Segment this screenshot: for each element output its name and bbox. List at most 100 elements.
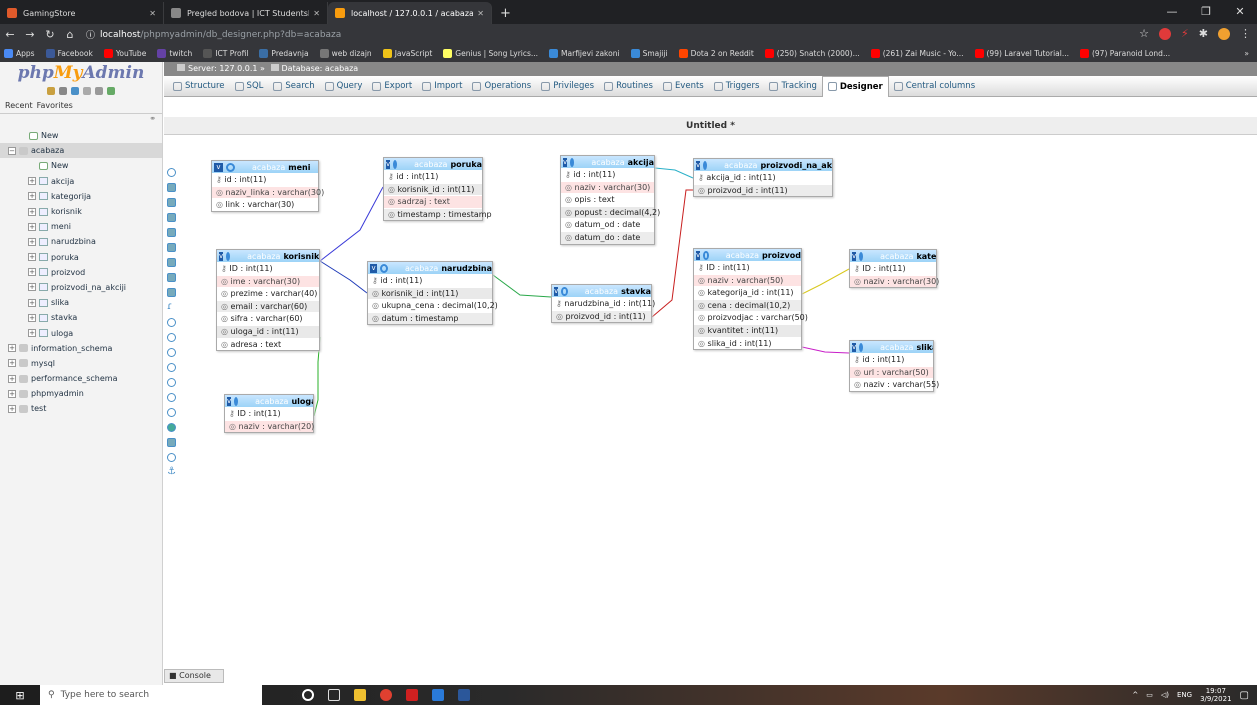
table-column[interactable]: ◎ datum_od : date	[561, 218, 654, 231]
reload-icon[interactable]	[166, 331, 177, 343]
table-options-icon[interactable]	[561, 286, 568, 296]
table-column[interactable]: ◎ korisnik_id : int(11)	[384, 182, 482, 196]
table-header[interactable]: v acabaza stavka	[552, 285, 651, 297]
bookmark-item[interactable]: twitch	[157, 49, 192, 58]
table-proizvodi_na_akciji[interactable]: v acabazaproizvodi_na_akciji⚷ akcija_id :…	[693, 158, 833, 198]
table-column[interactable]: ⚷ ID : int(11)	[850, 262, 936, 275]
table-column[interactable]: ◎ naziv_linka : varchar(30)	[212, 185, 324, 199]
toggle-columns-icon[interactable]: v	[563, 157, 568, 167]
bookmark-item[interactable]: ICT Profil	[203, 49, 248, 58]
table-column[interactable]: ◎ email : varchar(60)	[217, 299, 319, 313]
table-column[interactable]: ◎ prezime : varchar(40)	[217, 287, 319, 300]
table-column[interactable]: ◎ ime : varchar(30)	[217, 274, 319, 288]
table-column[interactable]: ◎ url : varchar(50)	[850, 365, 933, 379]
choose-display-icon[interactable]	[166, 316, 177, 328]
reload-icon[interactable]	[107, 87, 115, 95]
bookmark-item[interactable]: Predavnja	[259, 49, 309, 58]
tab-query[interactable]: Query	[320, 76, 368, 97]
breadcrumb-server[interactable]: Server: 127.0.0.1	[188, 64, 258, 73]
table-column[interactable]: ◎ slika_id : int(11)	[694, 336, 801, 350]
expand-icon[interactable]: +	[28, 253, 36, 262]
tab-central-columns[interactable]: Central columns	[889, 76, 980, 97]
network-icon[interactable]: ▭	[1146, 691, 1153, 699]
toggle-columns-icon[interactable]: v	[227, 396, 232, 406]
table-column[interactable]: ◎ naziv : varchar(50)	[694, 273, 801, 287]
table-uloga[interactable]: v acabazauloga⚷ ID : int(11)◎ naziv : var…	[224, 394, 314, 434]
table-options-icon[interactable]	[703, 160, 708, 170]
bookmark-item[interactable]: YouTube	[103, 49, 146, 58]
table-akcija[interactable]: v acabaza akcija ⚷ id : int(11) ◎ naziv : va…	[560, 155, 660, 245]
toggle-table-icon[interactable]	[166, 406, 177, 418]
table-header[interactable]: v acabaza narudzbina	[368, 262, 492, 274]
tab-import[interactable]: Import	[417, 76, 467, 97]
collapse-link-icon[interactable]: ⚭	[0, 114, 162, 128]
table-column[interactable]: ◎ sadrzaj : text	[384, 195, 482, 208]
url-field[interactable]: ⓘ localhost/phpmyadmin/db_designer.php?d…	[86, 28, 341, 42]
save-as-icon[interactable]	[166, 256, 177, 268]
tree-item-db[interactable]: + phpmyadmin	[0, 386, 162, 401]
acrobat-icon[interactable]	[406, 689, 418, 701]
vscode-icon[interactable]	[432, 689, 444, 701]
tab-structure[interactable]: Structure	[168, 76, 230, 97]
table-narudzbina[interactable]: v acabaza narudzbina ⚷ id : int(11) ◎ korisn…	[367, 261, 498, 326]
expand-icon[interactable]: +	[28, 192, 36, 201]
table-options-icon[interactable]	[570, 157, 575, 167]
chevron-up-icon[interactable]: ^	[1132, 691, 1138, 699]
table-options-icon[interactable]	[859, 342, 864, 352]
chrome-icon[interactable]	[380, 689, 392, 701]
expand-icon[interactable]: +	[28, 329, 36, 338]
bookmark-item[interactable]: Genius | Song Lyrics...	[443, 49, 538, 58]
forward-icon[interactable]: →	[20, 28, 40, 41]
notifications-icon[interactable]: ▢	[1240, 690, 1249, 701]
taskbar-search-input[interactable]: ⚲ Type here to search	[40, 685, 262, 705]
table-header[interactable]: v acabaza poruka	[384, 158, 482, 170]
tab-tracking[interactable]: Tracking	[764, 76, 821, 97]
tab-routines[interactable]: Routines	[599, 76, 658, 97]
extension-icon[interactable]	[1159, 27, 1172, 40]
maximize-icon[interactable]: ❐	[1189, 0, 1223, 24]
toggle-columns-icon[interactable]: v	[386, 159, 391, 169]
expand-icon[interactable]: +	[8, 389, 16, 398]
bookmark-item[interactable]: (250) Snatch (2000)...	[764, 49, 860, 58]
tree-item-table[interactable]: + slika	[0, 295, 162, 310]
bookmark-item[interactable]: web dizajn	[319, 49, 372, 58]
toggle-columns-icon[interactable]: v	[696, 250, 701, 260]
show-all-icon[interactable]	[166, 166, 177, 178]
exit-icon[interactable]	[59, 87, 67, 95]
cortana-icon[interactable]	[302, 689, 314, 701]
browser-tab-active[interactable]: localhost / 127.0.0.1 / acabaza | p ✕	[328, 2, 492, 24]
expand-icon[interactable]: +	[28, 207, 36, 216]
tab-designer[interactable]: Designer	[821, 75, 889, 97]
settings-icon[interactable]	[95, 87, 103, 95]
table-slika[interactable]: vacabazaslika⚷ id : int(11)◎ url : varch…	[849, 340, 939, 392]
table-header[interactable]: v acabazauloga	[225, 395, 313, 407]
toggle-columns-icon[interactable]: v	[219, 251, 224, 261]
tree-item-table[interactable]: + proizvod	[0, 265, 162, 280]
tab-events[interactable]: Events	[658, 76, 709, 97]
table-header[interactable]: v acabaza korisnik	[217, 250, 319, 262]
tab-sql[interactable]: SQL	[230, 76, 269, 97]
menu-kebab-icon[interactable]: ⋮	[1240, 27, 1251, 40]
table-column[interactable]: ◎ popust : decimal(4,2)	[561, 205, 660, 219]
table-options-icon[interactable]	[234, 396, 239, 406]
tree-item-db[interactable]: − acabaza	[0, 143, 162, 159]
table-column[interactable]: ◎ naziv : varchar(20)	[225, 419, 314, 433]
close-tab-icon[interactable]: ✕	[477, 9, 484, 18]
table-header[interactable]: v acabaza proizvod	[694, 249, 801, 261]
table-column[interactable]: ◎ ukupna_cena : decimal(10,2)	[368, 299, 498, 312]
table-korisnik[interactable]: v acabaza korisnik ⚷ ID : int(11) ◎ ime : va…	[216, 249, 320, 352]
reload-icon[interactable]: ↻	[40, 28, 60, 41]
snap-to-grid-icon[interactable]	[166, 376, 177, 388]
expand-icon[interactable]: +	[8, 374, 16, 383]
tree-item-table[interactable]: + meni	[0, 219, 162, 234]
table-column[interactable]: ⚷ id : int(11)	[384, 170, 482, 183]
table-poruka[interactable]: v acabaza poruka ⚷ id : int(11) ◎ korisnik_i…	[383, 157, 492, 222]
tree-item-db[interactable]: + mysql	[0, 356, 162, 371]
table-column[interactable]: ◎ sifra : varchar(60)	[217, 312, 319, 325]
bookmark-item[interactable]: (261) Zai Music - Yo...	[870, 49, 964, 58]
table-column[interactable]: ◎ proizvod_id : int(11)	[694, 183, 832, 197]
browser-tab[interactable]: Pregled bodova | ICT Studentski ✕	[164, 2, 328, 24]
table-column[interactable]: ◎ uloga_id : int(11)	[217, 324, 319, 338]
tree-item-table[interactable]: + korisnik	[0, 204, 162, 219]
star-icon[interactable]: ☆	[1139, 27, 1149, 40]
